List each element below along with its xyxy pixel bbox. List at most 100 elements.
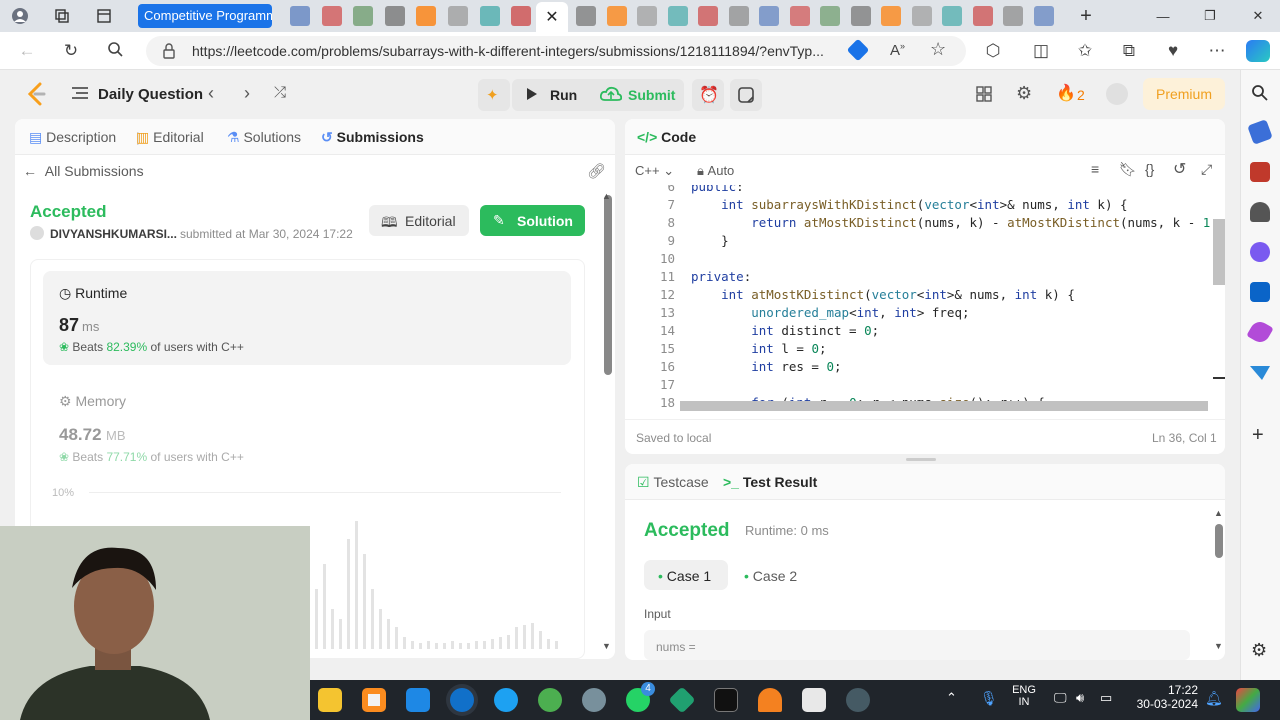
- premium-button[interactable]: Premium: [1143, 78, 1225, 110]
- expand-icon[interactable]: ⤢: [1201, 161, 1212, 178]
- tab-actions-icon[interactable]: [94, 6, 114, 26]
- runtime-card[interactable]: ◷ Runtime 87 ms ❀ Beats 82.39% of users …: [43, 271, 571, 365]
- notepad-icon[interactable]: [802, 688, 826, 712]
- read-aloud-icon[interactable]: A»: [890, 41, 905, 59]
- favorites-icon[interactable]: ✩: [1074, 41, 1096, 61]
- autocomplete-mode[interactable]: 🔒︎ Auto: [697, 163, 734, 179]
- notes-button[interactable]: [730, 79, 762, 111]
- search-icon[interactable]: [104, 41, 126, 62]
- clock[interactable]: 17:22 30-03-2024: [1134, 683, 1198, 711]
- split-screen-icon[interactable]: ◫: [1030, 41, 1052, 61]
- reset-icon[interactable]: ↺: [1173, 159, 1186, 179]
- sidebar-search-icon[interactable]: [1251, 84, 1269, 107]
- edge-browser-icon[interactable]: [450, 688, 474, 712]
- browser-tab[interactable]: [290, 6, 310, 26]
- minimize-icon[interactable]: —: [1153, 6, 1173, 26]
- collections-icon[interactable]: ⧉: [1118, 41, 1140, 61]
- settings-app-icon[interactable]: [582, 688, 606, 712]
- sidebar-games-icon[interactable]: [1250, 202, 1270, 222]
- submit-button[interactable]: Submit: [628, 87, 675, 103]
- tab-code[interactable]: </> Code: [637, 129, 696, 145]
- tab-description[interactable]: ▤ Description: [29, 129, 116, 146]
- browser-tab[interactable]: [667, 6, 688, 26]
- leetcode-logo-icon[interactable]: [26, 82, 46, 111]
- utorrent-icon[interactable]: [538, 688, 562, 712]
- browser-tab[interactable]: [479, 6, 500, 26]
- language-select[interactable]: C++ ⌄: [635, 163, 674, 179]
- tab-testcase[interactable]: ☑ Testcase: [637, 474, 709, 491]
- close-tab-icon[interactable]: ✕: [545, 7, 558, 27]
- cloudflare-icon[interactable]: [758, 688, 782, 712]
- back-icon[interactable]: ←: [16, 41, 38, 61]
- braces-icon[interactable]: {}: [1145, 161, 1154, 177]
- performance-icon[interactable]: ♥: [1162, 41, 1184, 61]
- recorder-icon[interactable]: [846, 688, 870, 712]
- browser-tab[interactable]: [789, 6, 810, 26]
- notification-bell-icon[interactable]: 🔔︎: [1205, 690, 1223, 707]
- copilot-taskbar-icon[interactable]: [1236, 688, 1260, 712]
- left-scrollbar-thumb[interactable]: [604, 195, 612, 375]
- avatar[interactable]: [1106, 83, 1128, 105]
- tab-test-result[interactable]: >_ Test Result: [723, 474, 817, 490]
- sidebar-add-icon[interactable]: +: [1252, 424, 1264, 447]
- microphone-icon[interactable]: 🎙︎: [980, 690, 998, 707]
- browser-tab-current[interactable]: ✕: [536, 2, 568, 32]
- browser-tab[interactable]: [606, 6, 627, 26]
- store-icon[interactable]: [362, 688, 386, 712]
- file-explorer-icon[interactable]: [318, 688, 342, 712]
- back-to-submissions[interactable]: ← All Submissions: [23, 163, 144, 179]
- browser-tab[interactable]: [820, 6, 840, 26]
- helper-app-icon[interactable]: [494, 688, 518, 712]
- browser-tab[interactable]: [576, 6, 596, 26]
- case-2-button[interactable]: • Case 2: [744, 568, 797, 584]
- settings-gear-icon[interactable]: ⚙: [1016, 83, 1032, 104]
- browser-tab[interactable]: [416, 6, 437, 26]
- scroll-down-icon[interactable]: ▼: [602, 641, 611, 651]
- extensions-icon[interactable]: ⬡: [982, 41, 1004, 61]
- debug-button[interactable]: ✦: [478, 79, 510, 111]
- address-bar[interactable]: https://leetcode.com/problems/subarrays-…: [146, 36, 966, 66]
- case-1-button[interactable]: • Case 1: [644, 560, 728, 590]
- network-icon[interactable]: 🖵︎: [1054, 690, 1067, 706]
- browser-tab[interactable]: [911, 6, 932, 26]
- browser-tab[interactable]: [321, 6, 342, 26]
- tray-chevron-icon[interactable]: ⌃: [946, 690, 957, 706]
- browser-tab[interactable]: [1003, 6, 1023, 26]
- restore-icon[interactable]: ❐: [1200, 6, 1220, 26]
- new-tab-icon[interactable]: +: [1076, 5, 1096, 27]
- tab-editorial[interactable]: ▥ Editorial: [136, 129, 204, 146]
- refresh-icon[interactable]: ↻: [60, 41, 82, 61]
- browser-tab[interactable]: [384, 6, 405, 26]
- share-link-icon[interactable]: 🔗︎: [587, 162, 606, 180]
- test-scroll-down-icon[interactable]: ▼: [1214, 641, 1223, 651]
- panel-resize-handle[interactable]: [906, 458, 936, 461]
- problem-list-icon[interactable]: [72, 86, 88, 105]
- input-box[interactable]: nums =: [644, 630, 1190, 660]
- shuffle-icon[interactable]: ⤮: [274, 84, 286, 101]
- terminal-app-icon[interactable]: [714, 688, 738, 712]
- browser-tab-active[interactable]: Competitive Programm: [138, 4, 272, 28]
- timer-button[interactable]: ⏰: [692, 79, 724, 111]
- hp-app-icon[interactable]: [406, 688, 430, 712]
- sidebar-copilot-icon[interactable]: [1250, 242, 1270, 262]
- sidebar-tools-icon[interactable]: [1250, 162, 1270, 182]
- copilot-icon[interactable]: [1246, 40, 1270, 62]
- prev-problem-icon[interactable]: ‹: [208, 83, 214, 104]
- tab-solutions[interactable]: ⚗ Solutions: [227, 129, 301, 146]
- submission-user[interactable]: DIVYANSHKUMARSI...: [50, 227, 177, 241]
- problem-list-title[interactable]: Daily Question: [98, 86, 203, 103]
- format-icon[interactable]: ≡: [1091, 161, 1099, 177]
- browser-tab[interactable]: [881, 6, 901, 26]
- language-indicator[interactable]: ENG IN: [1012, 684, 1036, 708]
- battery-icon[interactable]: ▭: [1100, 690, 1112, 706]
- workspaces-icon[interactable]: [52, 6, 72, 26]
- sidebar-designer-icon[interactable]: [1246, 318, 1274, 346]
- browser-tab[interactable]: [759, 6, 779, 26]
- next-problem-icon[interactable]: ›: [244, 83, 250, 104]
- test-scrollbar-thumb[interactable]: [1215, 524, 1223, 558]
- browser-tab[interactable]: [728, 6, 749, 26]
- run-button[interactable]: Run: [550, 87, 577, 103]
- sidebar-outlook-icon[interactable]: [1250, 282, 1270, 302]
- browser-tab[interactable]: [698, 6, 718, 26]
- solution-button[interactable]: ✎ Solution: [480, 205, 585, 236]
